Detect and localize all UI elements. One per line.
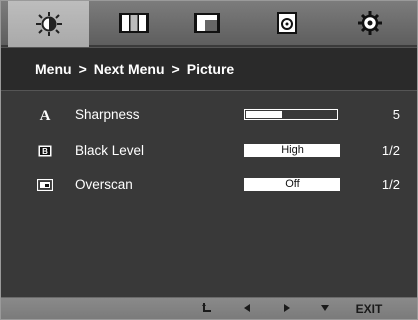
breadcrumb-menu: Menu xyxy=(35,61,72,77)
sharpness-icon: A xyxy=(37,107,53,123)
tab-audio[interactable] xyxy=(246,1,327,45)
settings-panel: A Sharpness 5 B Black Level High 1/2 Ove… xyxy=(1,91,417,297)
setting-value-sharpness: 5 xyxy=(392,107,400,122)
sharpness-slider[interactable] xyxy=(244,109,338,120)
black-level-icon: B xyxy=(37,143,53,159)
overscan-icon xyxy=(37,177,53,193)
breadcrumb-separator: > xyxy=(78,61,87,77)
breadcrumb: Menu > Next Menu > Picture xyxy=(1,47,417,91)
setting-label-sharpness: Sharpness xyxy=(75,107,140,122)
setting-row-overscan[interactable]: Overscan Off 1/2 xyxy=(1,175,417,197)
svg-text:B: B xyxy=(42,147,48,156)
right-arrow-icon xyxy=(283,303,291,315)
display-icon xyxy=(193,12,221,34)
svg-text:A: A xyxy=(40,108,51,123)
tab-picture[interactable] xyxy=(8,1,89,48)
right-button[interactable] xyxy=(277,298,297,319)
gear-icon xyxy=(356,9,384,37)
black-level-option[interactable]: High xyxy=(244,144,340,157)
footer-bar: EXIT xyxy=(1,297,417,319)
color-icon xyxy=(118,12,150,34)
left-button[interactable] xyxy=(237,298,257,319)
sharpness-slider-fill xyxy=(246,111,282,118)
enter-icon xyxy=(201,302,213,317)
setting-value-black-level: 1/2 xyxy=(381,143,400,158)
left-arrow-icon xyxy=(243,303,251,315)
setting-label-black-level: Black Level xyxy=(75,143,145,158)
setting-value-overscan: 1/2 xyxy=(381,177,400,192)
audio-icon xyxy=(276,11,298,35)
tab-settings[interactable] xyxy=(329,1,410,45)
overscan-option[interactable]: Off xyxy=(244,178,340,191)
down-button[interactable] xyxy=(315,298,335,319)
brightness-icon xyxy=(34,11,64,37)
osd-window: Menu > Next Menu > Picture A Sharpness 5 xyxy=(0,0,418,320)
breadcrumb-separator: > xyxy=(171,61,180,77)
tab-display[interactable] xyxy=(166,1,247,45)
tab-color[interactable] xyxy=(93,1,174,45)
exit-button[interactable]: EXIT xyxy=(347,298,391,319)
setting-row-black-level[interactable]: B Black Level High 1/2 xyxy=(1,141,417,163)
enter-button[interactable] xyxy=(197,298,217,319)
setting-label-overscan: Overscan xyxy=(75,177,133,192)
down-arrow-icon xyxy=(321,303,329,315)
breadcrumb-next-menu: Next Menu xyxy=(93,61,165,77)
breadcrumb-picture: Picture xyxy=(186,61,235,77)
tab-bar xyxy=(1,1,417,48)
setting-row-sharpness[interactable]: A Sharpness 5 xyxy=(1,105,417,127)
